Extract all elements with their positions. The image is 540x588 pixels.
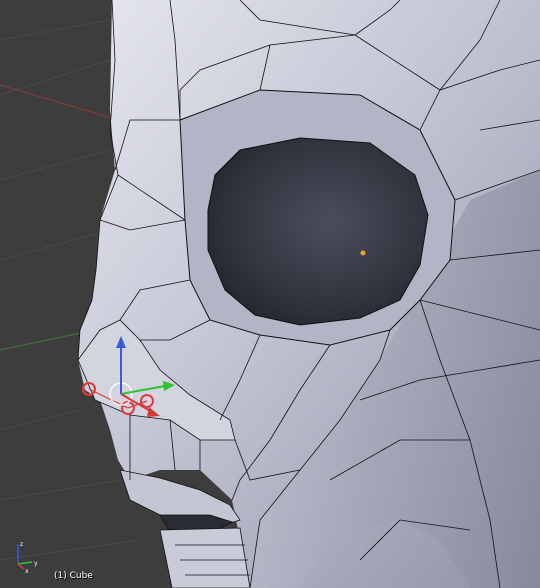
- svg-text:x: x: [25, 568, 29, 574]
- 3d-axis-gizmo-icon: y x z: [17, 541, 38, 574]
- svg-text:z: z: [20, 541, 23, 548]
- head-mesh[interactable]: [77, 0, 540, 588]
- 3d-viewport[interactable]: y x z (1) Cube: [0, 0, 540, 588]
- svg-text:y: y: [34, 560, 38, 567]
- grid-y-axis-line: [0, 331, 86, 351]
- grid-x-axis-line: [0, 84, 113, 119]
- object-origin-icon[interactable]: [360, 250, 366, 256]
- viewport-scene[interactable]: [0, 0, 540, 588]
- active-object-label: (1) Cube: [54, 571, 93, 581]
